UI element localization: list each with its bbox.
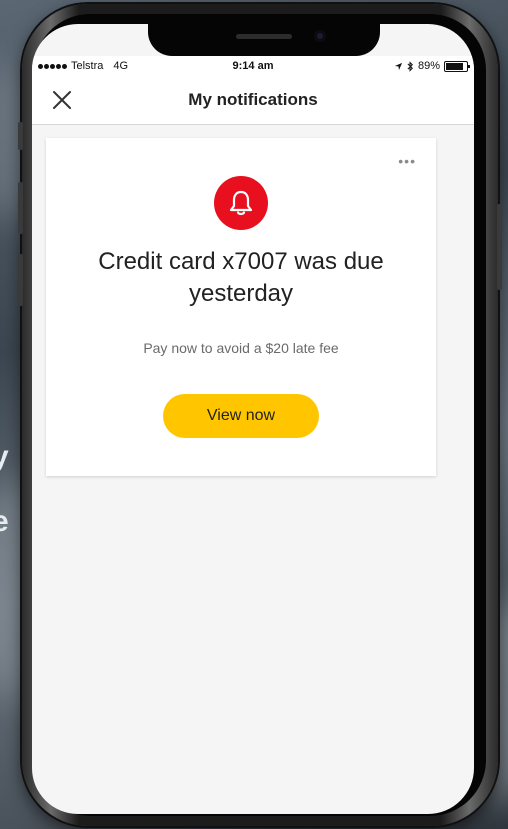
phone-notch [148,24,380,56]
mute-switch [18,122,23,150]
background-text-fragment: e [0,505,9,538]
battery-percent: 89% [417,60,440,72]
front-camera [314,30,326,42]
location-arrow-icon [394,62,403,70]
speaker-grille [236,34,292,39]
power-button [497,204,502,290]
more-icon: ••• [398,153,416,169]
navigation-header: My notifications [32,76,474,125]
notification-title: Credit card x7007 was due yesterday [98,248,384,307]
volume-down-button [18,254,23,306]
notification-card: ••• Credit card x7007 was due yesterday … [46,138,436,476]
bluetooth-icon [407,60,413,72]
bell-icon [229,190,253,216]
battery-icon [444,60,470,72]
phone-screen: Telstra 4G 9:14 am 89% My notifications [32,24,474,814]
volume-up-button [18,182,23,234]
alert-badge [214,176,268,230]
background-text-fragment: y [0,440,9,473]
more-options-button[interactable]: ••• [398,153,416,169]
status-bar: Telstra 4G 9:14 am 89% [32,56,474,76]
view-now-button[interactable]: View now [163,394,319,438]
page-title: My notifications [188,90,318,109]
notification-subtitle: Pay now to avoid a $20 late fee [143,340,339,356]
status-right: 89% [394,60,470,72]
